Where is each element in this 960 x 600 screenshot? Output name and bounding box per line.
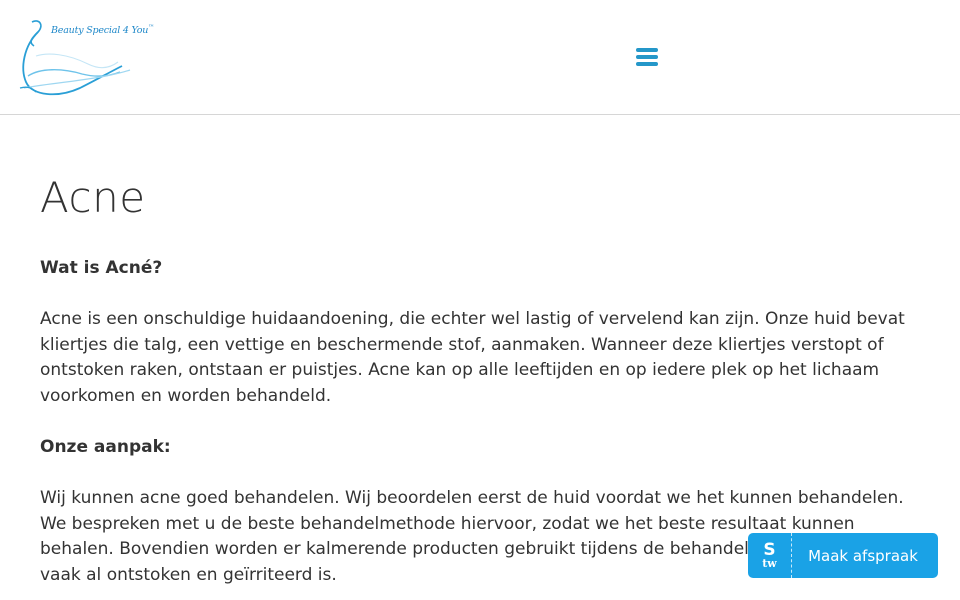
hamburger-menu-icon[interactable] [636,48,658,66]
section-heading-approach: Onze aanpak: [40,437,171,457]
section-heading-what-is-acne: Wat is Acné? [40,258,163,278]
menu-bar [636,62,658,66]
site-logo[interactable]: Beauty Special 4 You™ [18,16,154,98]
section-paragraph-what-is-acne: Acne is een onschuldige huidaandoening, … [40,309,905,406]
logo-text: Beauty Special 4 You™ [51,24,155,37]
site-header: Beauty Special 4 You™ [0,0,960,115]
booking-logo-s: S [763,540,776,560]
book-appointment-button[interactable]: S tw Maak afspraak [748,533,938,578]
book-appointment-label: Maak afspraak [808,546,918,565]
page-title: Acne [40,173,146,222]
booking-logo-tw: tw [762,557,777,570]
logo-trademark: ™ [148,24,155,31]
menu-bar [636,48,658,52]
main-content: Acne Wat is Acné? Acne is een onschuldig… [40,170,920,585]
booking-logo-icon: S tw [748,533,792,578]
menu-bar [636,55,658,59]
